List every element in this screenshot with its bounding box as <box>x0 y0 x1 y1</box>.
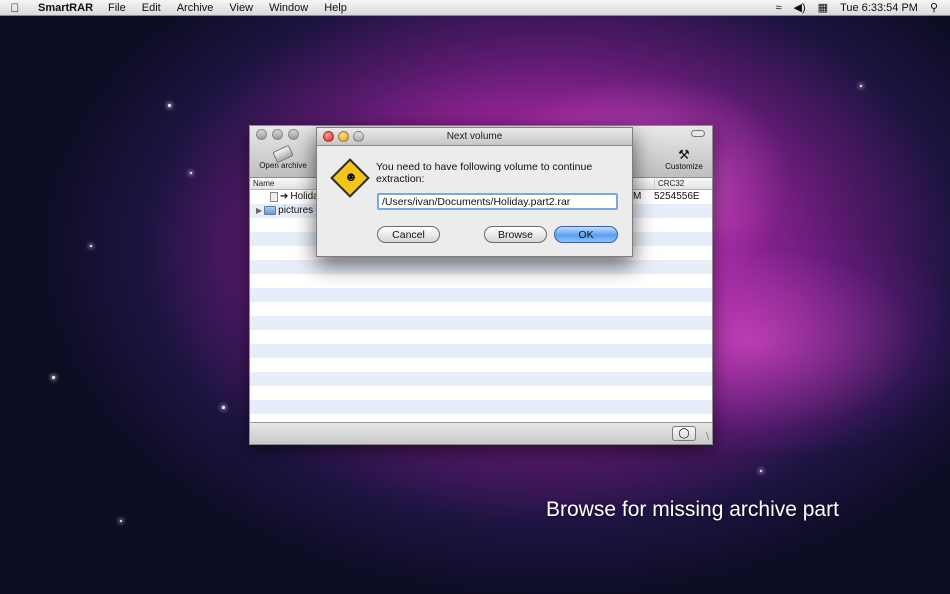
file-name: Holida <box>290 191 319 202</box>
empty-row <box>250 330 712 344</box>
close-icon[interactable] <box>323 131 334 142</box>
star <box>222 406 225 409</box>
file-crc: 5254556E <box>654 191 700 202</box>
menu-archive[interactable]: Archive <box>177 2 214 14</box>
file-name-cell: ▶ pictures <box>256 205 313 216</box>
disclosure-triangle-icon[interactable]: ▶ <box>256 206 262 215</box>
brain-head-icon: ☻ <box>344 169 358 184</box>
file-name-cell: ➔ Holida <box>258 191 319 202</box>
star <box>168 104 171 107</box>
empty-row <box>250 358 712 372</box>
cancel-button[interactable]: Cancel <box>377 226 440 243</box>
menu-clock[interactable]: Tue 6:33:54 PM <box>840 2 918 14</box>
menu-file[interactable]: File <box>108 2 126 14</box>
status-bar: ◯ ∖ <box>250 422 712 444</box>
promo-caption: Browse for missing archive part <box>546 498 839 521</box>
dialog-window-controls <box>323 131 364 142</box>
speech-bubble-icon: ◯ <box>678 428 690 439</box>
star <box>90 245 92 247</box>
star <box>52 376 55 379</box>
file-size: M <box>633 191 642 202</box>
empty-row <box>250 274 712 288</box>
column-crc32[interactable]: CRC32 <box>654 179 684 188</box>
empty-row <box>250 302 712 316</box>
empty-row <box>250 260 712 274</box>
dialog-titlebar: Next volume <box>317 128 632 146</box>
tools-icon: ⚒ <box>678 147 690 162</box>
volume-path-input[interactable] <box>377 193 618 210</box>
dialog-title: Next volume <box>446 131 503 142</box>
folder-icon <box>264 206 277 215</box>
customize-button[interactable]: ⚒ Customize <box>661 147 707 172</box>
spotlight-icon[interactable]: ⚲ <box>930 1 938 14</box>
resize-grip-icon[interactable]: ∖ <box>704 431 710 442</box>
arrow-right-icon: ➔ <box>280 191 289 202</box>
empty-row <box>250 386 712 400</box>
empty-row <box>250 344 712 358</box>
zoom-icon[interactable] <box>288 129 299 140</box>
star <box>120 520 122 522</box>
battery-icon[interactable]: ▦ <box>818 1 828 14</box>
star <box>860 85 862 87</box>
toolbar-toggle-button[interactable] <box>691 130 705 137</box>
folder-name: pictures <box>278 205 314 216</box>
star <box>190 172 192 174</box>
file-icon <box>270 191 278 202</box>
menu-extras: ≈ ◀) ▦ Tue 6:33:54 PM ⚲ <box>776 1 939 15</box>
next-volume-dialog: Next volume ☻ You need to have following… <box>316 127 633 257</box>
empty-row <box>250 372 712 386</box>
empty-row <box>250 400 712 414</box>
close-icon[interactable] <box>256 129 267 140</box>
column-name[interactable]: Name <box>253 179 274 188</box>
browse-button[interactable]: Browse <box>484 226 547 243</box>
zoom-icon[interactable] <box>353 131 364 142</box>
open-archive-button[interactable]: Open archive <box>255 144 311 170</box>
star <box>760 470 762 472</box>
menu-window[interactable]: Window <box>269 2 308 14</box>
wifi-icon[interactable]: ≈ <box>776 2 782 14</box>
menu-edit[interactable]: Edit <box>142 2 161 14</box>
open-archive-label: Open archive <box>259 161 307 170</box>
ok-button[interactable]: OK <box>554 226 618 243</box>
apple-logo-icon[interactable]:  <box>0 1 30 15</box>
dialog-message: You need to have following volume to con… <box>376 161 593 185</box>
empty-row <box>250 288 712 302</box>
window-controls <box>256 129 299 140</box>
menu-app-name[interactable]: SmartRAR <box>38 2 93 14</box>
empty-row <box>250 316 712 330</box>
menu-bar:  SmartRAR File Edit Archive View Window… <box>0 0 950 16</box>
comment-button[interactable]: ◯ <box>672 426 696 441</box>
volume-icon[interactable]: ◀) <box>794 1 806 14</box>
minimize-icon[interactable] <box>272 129 283 140</box>
minimize-icon[interactable] <box>338 131 349 142</box>
menu-help[interactable]: Help <box>324 2 347 14</box>
customize-label: Customize <box>665 162 703 171</box>
menu-view[interactable]: View <box>229 2 253 14</box>
